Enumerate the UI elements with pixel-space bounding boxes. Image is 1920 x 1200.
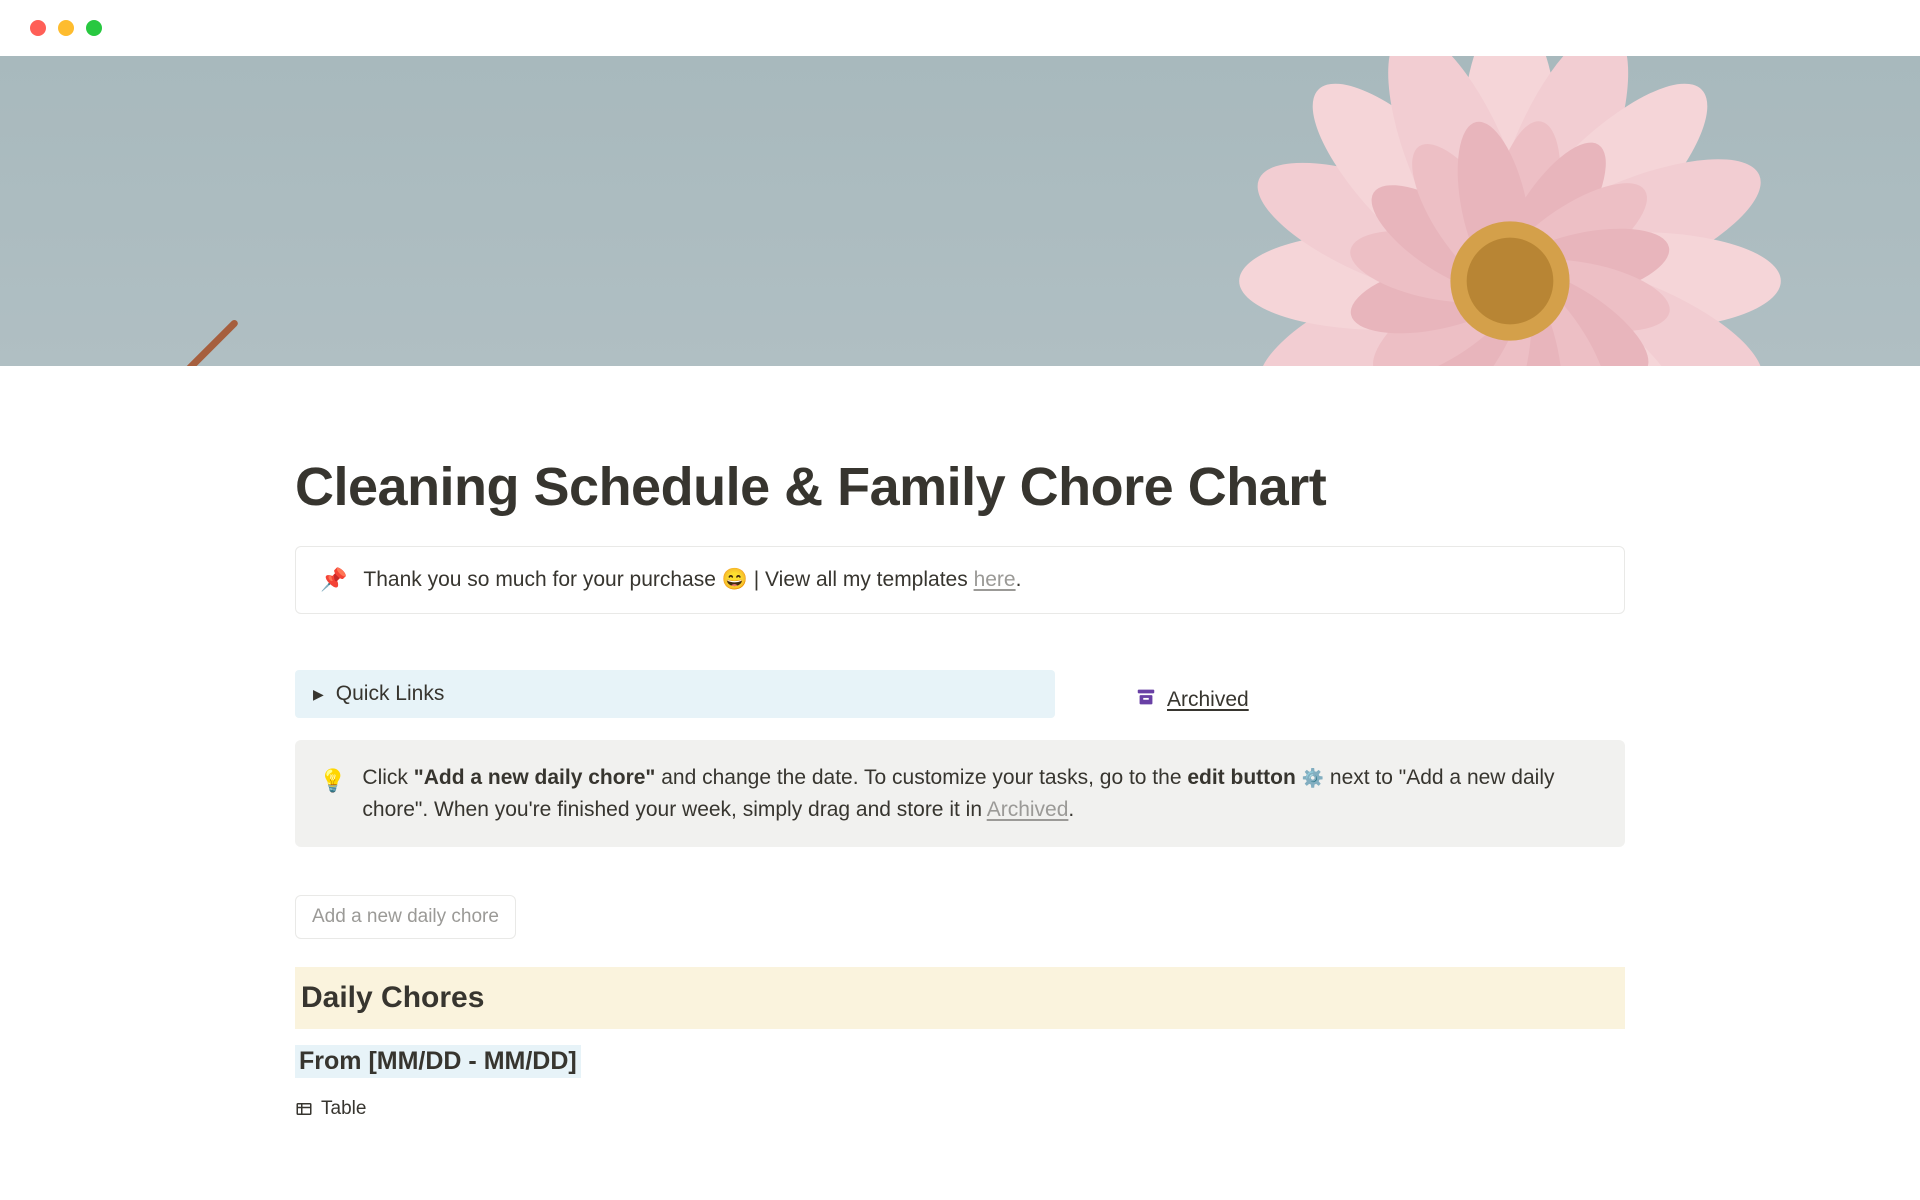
table-icon [295,1100,313,1118]
table-view-label: Table [321,1098,366,1120]
archived-link[interactable]: Archived [1135,670,1249,718]
flower-decoration [1185,56,1835,366]
close-window-button[interactable] [30,20,46,36]
archive-icon [1135,686,1157,714]
quick-links-toggle[interactable]: ▶ Quick Links [295,670,1055,718]
window-controls [0,0,1920,56]
quick-links-label: Quick Links [336,682,445,706]
cover-image[interactable]: 🧹 [0,56,1920,366]
minimize-window-button[interactable] [58,20,74,36]
table-view-tab[interactable]: Table [295,1098,1625,1120]
page-content: Cleaning Schedule & Family Chore Chart 📌… [175,366,1745,1120]
daily-chores-heading[interactable]: Daily Chores [295,967,1625,1029]
lightbulb-icon: 💡 [319,764,346,797]
archived-inline-link[interactable]: Archived [987,798,1069,821]
gear-icon: ⚙️ [1302,768,1324,788]
templates-link[interactable]: here [974,568,1016,591]
archived-label: Archived [1167,688,1249,712]
tip-text: Click "Add a new daily chore" and change… [362,762,1601,825]
pushpin-icon: 📌 [320,567,347,593]
links-row: ▶ Quick Links Archived [295,670,1625,718]
toggle-arrow-icon: ▶ [313,686,324,703]
maximize-window-button[interactable] [86,20,102,36]
add-daily-chore-button[interactable]: Add a new daily chore [295,895,516,939]
tip-callout[interactable]: 💡 Click "Add a new daily chore" and chan… [295,740,1625,847]
callout-text: Thank you so much for your purchase 😄 | … [363,568,1021,592]
thank-you-callout[interactable]: 📌 Thank you so much for your purchase 😄 … [295,546,1625,614]
page-icon[interactable]: 🧹 [120,326,245,366]
date-range-heading[interactable]: From [MM/DD - MM/DD] [295,1045,581,1078]
page-title[interactable]: Cleaning Schedule & Family Chore Chart [295,456,1625,518]
